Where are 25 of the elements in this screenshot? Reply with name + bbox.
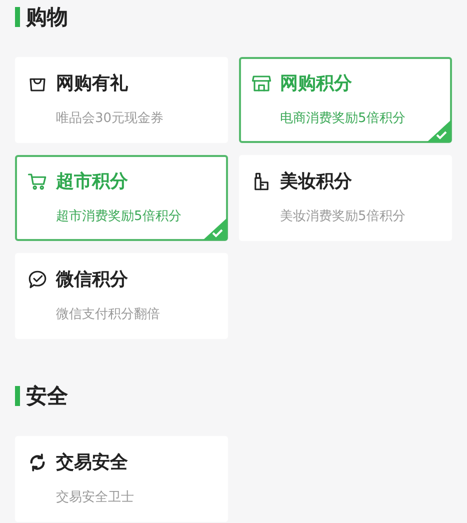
section-title: 安全 <box>26 383 68 410</box>
cart-icon <box>27 170 48 192</box>
check-corner-icon <box>427 120 451 142</box>
card-title: 交易安全 <box>56 451 128 474</box>
check-corner-icon <box>203 218 227 240</box>
card-subtitle: 美妆消费奖励5倍积分 <box>280 208 406 225</box>
section-title: 购物 <box>26 4 68 31</box>
card-subtitle: 超市消费奖励5倍积分 <box>56 208 182 225</box>
option-card[interactable]: 美妆积分 美妆消费奖励5倍积分 <box>239 155 452 241</box>
card-subtitle: 交易安全卫士 <box>56 489 135 506</box>
chat-check-icon <box>27 268 48 290</box>
card-title: 网购积分 <box>280 72 352 95</box>
card-title: 超市积分 <box>56 170 128 193</box>
card-subtitle: 唯品会30元现金券 <box>56 110 165 127</box>
card-title: 美妆积分 <box>280 170 352 193</box>
option-card[interactable]: 网购有礼 唯品会30元现金券 <box>15 57 228 143</box>
card-subtitle: 微信支付积分翻倍 <box>56 306 161 323</box>
option-card[interactable]: 交易安全 交易安全卫士 <box>15 436 228 522</box>
card-title: 微信积分 <box>56 268 128 291</box>
option-card[interactable]: 微信积分 微信支付积分翻倍 <box>15 253 228 339</box>
card-title: 网购有礼 <box>56 72 128 95</box>
store-icon <box>251 72 272 94</box>
heading-accent <box>15 386 20 406</box>
heading-accent <box>15 7 20 27</box>
card-subtitle: 电商消费奖励5倍积分 <box>280 110 406 127</box>
